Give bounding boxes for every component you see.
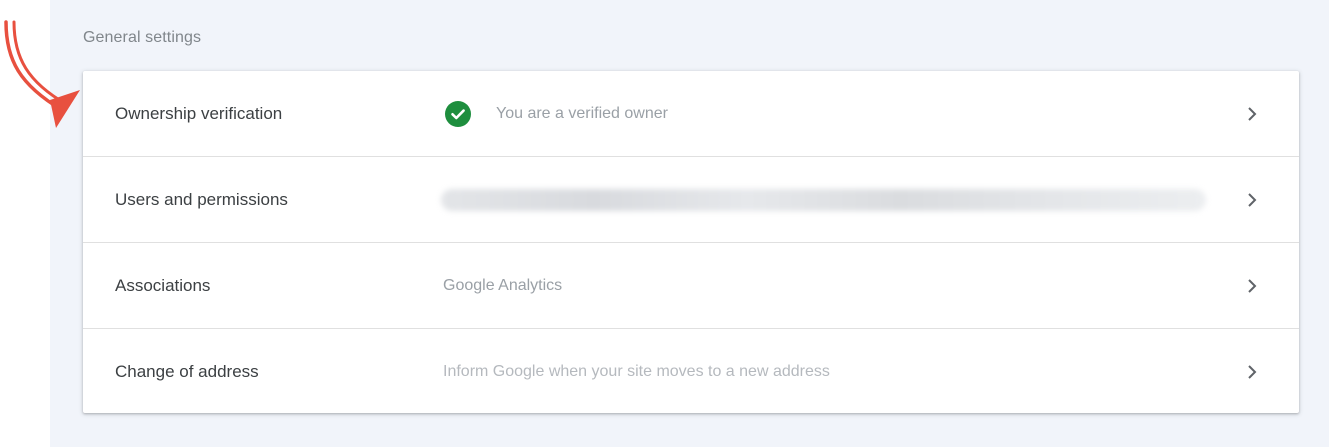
row-label: Change of address: [115, 362, 259, 381]
row-value: Google Analytics: [443, 276, 563, 294]
row-ownership-verification[interactable]: Ownership verification You are a verifie…: [83, 71, 1299, 157]
red-arrow-annotation: [4, 20, 80, 128]
row-change-of-address[interactable]: Change of address Inform Google when you…: [83, 329, 1299, 415]
chevron-right-icon: [1248, 106, 1257, 121]
section-title: General settings: [83, 29, 202, 46]
row-users-and-permissions[interactable]: Users and permissions: [83, 157, 1299, 243]
row-value: Inform Google when your site moves to a …: [443, 363, 830, 380]
row-label: Users and permissions: [115, 189, 288, 209]
verified-status-text: You are a verified owner: [496, 104, 668, 122]
row-label: Ownership verification: [115, 103, 283, 123]
row-associations[interactable]: Associations Google Analytics: [83, 243, 1299, 329]
row-label: Associations: [115, 275, 211, 295]
chevron-right-icon: [1248, 278, 1257, 293]
chevron-right-icon: [1248, 365, 1257, 379]
chevron-right-icon: [1248, 192, 1257, 207]
check-circle-icon: [445, 100, 471, 127]
blurred-user-list: [441, 188, 1206, 211]
row-value: You are a verified owner: [443, 100, 668, 127]
general-settings-card: Ownership verification You are a verifie…: [83, 71, 1299, 413]
